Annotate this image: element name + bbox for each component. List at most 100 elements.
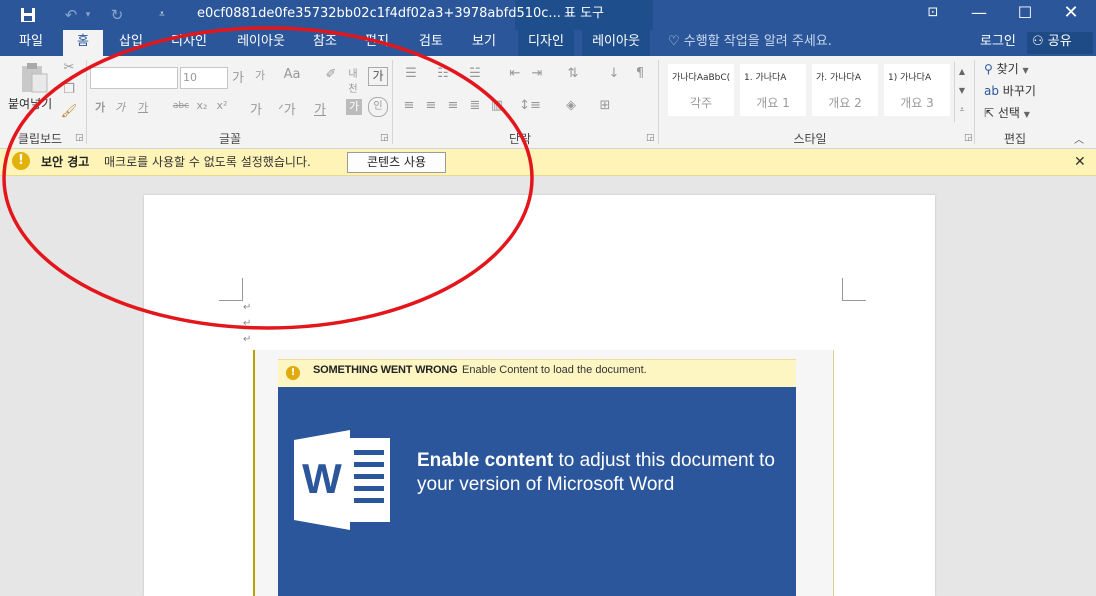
- lure-headline-bold: Enable content: [417, 450, 554, 471]
- align-center-icon[interactable]: ≡: [422, 98, 440, 113]
- numbering-icon[interactable]: ☷: [432, 66, 454, 81]
- paragraph-launcher-icon[interactable]: ◲: [646, 134, 655, 143]
- crop-mark: [219, 278, 243, 301]
- enclose-char-icon[interactable]: 가: [368, 67, 388, 86]
- tab-references[interactable]: 참조: [304, 30, 346, 56]
- distributed-icon[interactable]: ▥: [488, 98, 506, 113]
- clipboard-launcher-icon[interactable]: ◲: [75, 134, 84, 143]
- tab-design[interactable]: 디자인: [160, 30, 218, 56]
- sort-icon[interactable]: ↓: [604, 66, 624, 81]
- tab-review[interactable]: 검토: [410, 30, 452, 56]
- bullets-icon[interactable]: ☰: [400, 66, 422, 81]
- replace-button[interactable]: ab 바꾸기: [984, 82, 1036, 99]
- increase-indent-icon[interactable]: ⇥: [528, 66, 546, 81]
- tab-insert[interactable]: 삽입: [110, 30, 152, 56]
- tab-view[interactable]: 보기: [463, 30, 505, 56]
- login-link[interactable]: 로그인: [980, 30, 1016, 54]
- tell-me-box[interactable]: ♡ 수행할 작업을 알려 주세요.: [668, 30, 832, 54]
- save-icon[interactable]: [16, 0, 40, 30]
- style-name: 개요 1: [756, 96, 790, 110]
- grow-font-icon[interactable]: 가: [230, 67, 246, 86]
- text-effects-icon[interactable]: 가: [246, 99, 266, 118]
- style-footnote[interactable]: 가나다AaBbC( 각주: [668, 64, 734, 116]
- change-case-icon[interactable]: Aa: [280, 67, 304, 82]
- clipboard-group-label: 클립보드: [17, 132, 63, 146]
- justify-icon[interactable]: ≣: [466, 98, 484, 113]
- paragraph-mark: ↵: [243, 334, 252, 345]
- align-left-icon[interactable]: ≡: [400, 98, 418, 113]
- cut-icon[interactable]: ✂: [60, 60, 78, 75]
- tab-mailings[interactable]: 편지: [356, 30, 398, 56]
- style-name: 개요 2: [828, 96, 862, 110]
- show-marks-icon[interactable]: ¶: [632, 66, 648, 81]
- font-size-combo[interactable]: 10: [180, 67, 228, 89]
- undo-icon[interactable]: ↶: [60, 0, 82, 30]
- tab-table-layout[interactable]: 레이아웃: [582, 30, 650, 56]
- context-tab-title: 표 도구: [563, 6, 604, 21]
- subscript-button[interactable]: x₂: [194, 99, 210, 112]
- chevron-down-icon: ▼: [1022, 66, 1029, 75]
- underline-button[interactable]: 가: [136, 99, 150, 115]
- line-spacing-icon[interactable]: ↕≡: [518, 98, 542, 113]
- group-separator: [86, 60, 87, 144]
- bold-button[interactable]: 가: [94, 99, 106, 115]
- lightbulb-icon: ♡: [668, 34, 684, 49]
- style-sample: 가. 가나다A: [816, 73, 861, 83]
- undo-dropdown-icon[interactable]: ▾: [82, 0, 94, 30]
- highlight-color-icon[interactable]: ᐟ가: [276, 99, 298, 118]
- redo-icon[interactable]: ↻: [106, 0, 128, 30]
- italic-button[interactable]: 가: [114, 99, 126, 115]
- security-warning-message: 매크로를 사용할 수 없도록 설정했습니다.: [104, 155, 311, 169]
- font-color-icon[interactable]: 가: [312, 99, 328, 118]
- close-button[interactable]: ✕: [1048, 0, 1094, 28]
- share-label: 공유: [1047, 34, 1072, 49]
- word-logo-icon: W: [294, 428, 392, 532]
- enclose-circle-icon[interactable]: 인: [368, 97, 388, 117]
- text-direction-icon[interactable]: ⇅: [562, 66, 584, 81]
- char-shading-icon[interactable]: 가: [346, 99, 362, 115]
- styles-launcher-icon[interactable]: ◲: [964, 134, 973, 143]
- minimize-button[interactable]: —: [956, 0, 1002, 28]
- shrink-font-icon[interactable]: 가: [252, 67, 268, 83]
- clear-formatting-icon[interactable]: ✐: [322, 67, 340, 82]
- paste-label[interactable]: 붙여넣기: [8, 95, 52, 112]
- copy-icon[interactable]: ❐: [60, 82, 78, 97]
- styles-group-label: 스타일: [793, 132, 827, 146]
- paste-icon[interactable]: [18, 62, 50, 94]
- maximize-button[interactable]: ☐: [1002, 0, 1048, 28]
- style-name: 개요 3: [900, 96, 934, 110]
- borders-icon[interactable]: ⊞: [594, 98, 616, 113]
- phonetic-guide-icon[interactable]: 내천: [344, 65, 362, 95]
- tab-file[interactable]: 파일: [6, 30, 56, 56]
- tab-home[interactable]: 홈: [63, 30, 103, 56]
- style-outline-2[interactable]: 가. 가나다A 개요 2: [812, 64, 878, 116]
- select-button[interactable]: ⇱ 선택 ▼: [984, 104, 1030, 121]
- strikethrough-button[interactable]: abc: [170, 101, 192, 111]
- align-right-icon[interactable]: ≡: [444, 98, 462, 113]
- paragraph-mark: ↵: [243, 302, 252, 313]
- security-warning-title: 보안 경고: [41, 155, 90, 169]
- style-sample: 1) 가나다A: [888, 73, 932, 83]
- customize-qat-icon[interactable]: ⩡: [154, 0, 170, 30]
- format-painter-icon[interactable]: 🖌: [60, 104, 78, 119]
- style-outline-1[interactable]: 1. 가나다A 개요 1: [740, 64, 806, 116]
- styles-scroll[interactable]: ▲ ▼ ⩡: [954, 62, 969, 122]
- enable-content-button[interactable]: 콘텐츠 사용: [347, 152, 446, 173]
- share-button[interactable]: ⚇ 공유: [1027, 32, 1093, 54]
- ribbon-display-options-icon[interactable]: ⊡: [910, 0, 956, 28]
- tab-layout[interactable]: 레이아웃: [228, 30, 294, 56]
- font-name-combo[interactable]: [90, 67, 178, 89]
- decrease-indent-icon[interactable]: ⇤: [506, 66, 524, 81]
- shading-icon[interactable]: ◈: [560, 98, 582, 113]
- style-outline-3[interactable]: 1) 가나다A 개요 3: [884, 64, 950, 116]
- lure-headline: Enable content to adjust this document t…: [417, 449, 787, 497]
- tab-table-design[interactable]: 디자인: [518, 30, 574, 56]
- superscript-button[interactable]: x²: [214, 99, 230, 112]
- fake-warning-message: Enable Content to load the document.: [462, 364, 647, 376]
- collapse-ribbon-icon[interactable]: ︿: [1074, 131, 1084, 146]
- multilevel-list-icon[interactable]: ☱: [464, 66, 486, 81]
- style-name: 각주: [689, 96, 713, 110]
- font-launcher-icon[interactable]: ◲: [380, 134, 389, 143]
- close-icon[interactable]: ✕: [1074, 149, 1086, 175]
- find-button[interactable]: ⚲ 찾기 ▼: [984, 60, 1029, 77]
